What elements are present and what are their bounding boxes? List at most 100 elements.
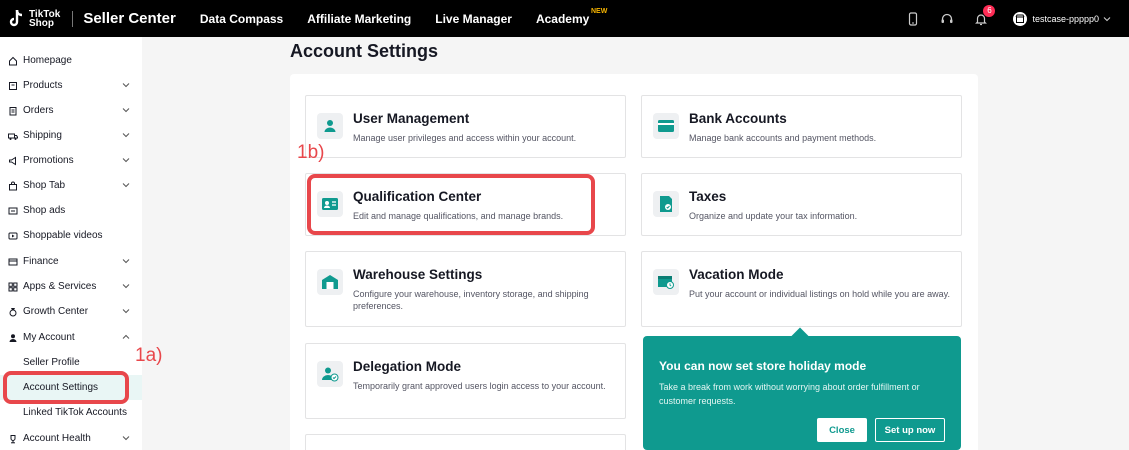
sidebar-item-label: Orders: [23, 105, 54, 116]
top-nav: Data Compass Affiliate Marketing Live Ma…: [200, 8, 613, 26]
apps-icon: [8, 282, 18, 292]
clipboard-icon: [8, 106, 18, 116]
card-title: Bank Accounts: [689, 111, 787, 126]
annotation-label-1b: 1b): [297, 142, 325, 163]
sidebar-item-orders[interactable]: Orders: [0, 98, 142, 123]
nav-data-compass[interactable]: Data Compass: [200, 12, 283, 26]
card-description: Put your account or individual listings …: [689, 289, 950, 299]
chevron-down-icon: [122, 436, 130, 441]
set-up-now-button[interactable]: Set up now: [875, 418, 945, 442]
user-menu[interactable]: testcase-ppppp0: [1013, 11, 1111, 26]
home-icon: [8, 56, 18, 66]
card-description: Manage bank accounts and payment methods…: [689, 133, 877, 143]
phone-icon[interactable]: [905, 11, 921, 27]
card-description: Organize and update your tax information…: [689, 211, 858, 221]
sidebar-item-account-health[interactable]: Account Health: [0, 426, 142, 450]
card-warehouse-settings[interactable]: Warehouse Settings Configure your wareho…: [305, 251, 626, 327]
sidebar-item-label: Shop ads: [23, 205, 66, 216]
card-title: User Management: [353, 111, 470, 126]
new-badge: NEW: [590, 7, 608, 15]
sidebar-item-shoppable-videos[interactable]: Shoppable videos: [0, 223, 142, 248]
nav-affiliate-marketing[interactable]: Affiliate Marketing: [307, 12, 411, 26]
tiktok-logo-icon: [8, 9, 26, 29]
card-title: Vacation Mode: [689, 267, 784, 282]
store-clock-icon: [653, 269, 679, 295]
sidebar-item-shop-tab[interactable]: Shop Tab: [0, 173, 142, 198]
card-description: Temporarily grant approved users login a…: [353, 381, 606, 391]
megaphone-icon: [8, 156, 18, 166]
sidebar-item-apps-services[interactable]: Apps & Services: [0, 274, 142, 299]
card-user-management[interactable]: User Management Manage user privileges a…: [305, 95, 626, 158]
card-title: Warehouse Settings: [353, 267, 483, 282]
bag-icon: [8, 181, 18, 191]
sidebar-item-label: Promotions: [23, 155, 74, 166]
sidebar-item-label: My Account: [23, 332, 75, 343]
brand-title[interactable]: Seller Center: [83, 10, 176, 27]
holiday-mode-tooltip: You can now set store holiday mode Take …: [643, 327, 961, 450]
card-title: Taxes: [689, 189, 727, 204]
sidebar-item-shop-ads[interactable]: Shop ads: [0, 198, 142, 223]
chevron-down-icon: [1103, 14, 1111, 24]
chevron-down-icon: [122, 309, 130, 314]
video-icon: [8, 231, 18, 241]
tiktok-shop-logo[interactable]: TikTok Shop: [8, 9, 60, 29]
sidebar-item-my-account[interactable]: My Account: [0, 325, 142, 350]
sidebar-item-label: Account Health: [23, 433, 91, 444]
username: testcase-ppppp0: [1032, 13, 1099, 24]
card-taxes[interactable]: Taxes Organize and update your tax infor…: [641, 173, 962, 236]
sidebar-item-label: Apps & Services: [23, 281, 97, 292]
tooltip-title: You can now set store holiday mode: [659, 359, 867, 373]
trophy-icon: [8, 434, 18, 444]
sidebar-item-label: Shop Tab: [23, 180, 66, 191]
logo-text: TikTok Shop: [29, 8, 61, 29]
bell-icon[interactable]: 6: [973, 4, 996, 27]
card-delegation-mode[interactable]: Delegation Mode Temporarily grant approv…: [305, 343, 626, 419]
sidebar-item-products[interactable]: Products: [0, 73, 142, 98]
close-button[interactable]: Close: [817, 418, 867, 442]
card-description: Configure your warehouse, inventory stor…: [353, 289, 589, 311]
chevron-down-icon: [122, 284, 130, 289]
medal-icon: [8, 307, 18, 317]
headset-icon[interactable]: [939, 11, 955, 27]
sidebar-item-shipping[interactable]: Shipping: [0, 123, 142, 148]
sidebar-item-growth-center[interactable]: Growth Center: [0, 299, 142, 324]
wallet-icon: [8, 257, 18, 267]
notification-badge: 6: [983, 4, 996, 17]
card-description: Manage user privileges and access within…: [353, 133, 577, 143]
sidebar-item-label: Shipping: [23, 130, 62, 141]
top-bar: TikTok Shop Seller Center Data Compass Af…: [0, 0, 1129, 37]
ads-icon: [8, 206, 18, 216]
chevron-down-icon: [122, 158, 130, 163]
sidebar-item-label: Homepage: [23, 55, 72, 66]
chevron-down-icon: [122, 183, 130, 188]
sidebar-item-label: Finance: [23, 256, 59, 267]
top-right-tools: 6 testcase-ppppp0: [887, 0, 1111, 37]
nav-live-manager[interactable]: Live Manager: [435, 12, 512, 26]
annotation-box-1a: [3, 371, 129, 404]
sidebar-item-label: Shoppable videos: [23, 230, 103, 241]
annotation-label-1a: 1a): [135, 345, 163, 366]
truck-icon: [8, 131, 18, 141]
store-avatar-icon: [1013, 11, 1028, 26]
card-vacation-mode[interactable]: Vacation Mode Put your account or indivi…: [641, 251, 962, 327]
chevron-up-icon: [122, 334, 130, 339]
user-icon: [317, 113, 343, 139]
nav-academy[interactable]: Academy NEW: [536, 8, 607, 26]
tax-document-icon: [653, 191, 679, 217]
chevron-down-icon: [122, 259, 130, 264]
chevron-down-icon: [122, 133, 130, 138]
person-icon: [8, 333, 18, 343]
card-title: Delegation Mode: [353, 359, 462, 374]
user-check-icon: [317, 361, 343, 387]
tooltip-description: Take a break from work without worrying …: [659, 382, 920, 406]
card-bank-accounts[interactable]: Bank Accounts Manage bank accounts and p…: [641, 95, 962, 158]
sidebar-item-homepage[interactable]: Homepage: [0, 48, 142, 73]
chevron-down-icon: [122, 83, 130, 88]
page-title: Account Settings: [290, 41, 439, 61]
sidebar-item-finance[interactable]: Finance: [0, 249, 142, 274]
sidebar-item-promotions[interactable]: Promotions: [0, 148, 142, 173]
chevron-down-icon: [122, 108, 130, 113]
sidebar-item-label: Products: [23, 80, 63, 91]
card-partial[interactable]: [305, 434, 626, 450]
bank-card-icon: [653, 113, 679, 139]
